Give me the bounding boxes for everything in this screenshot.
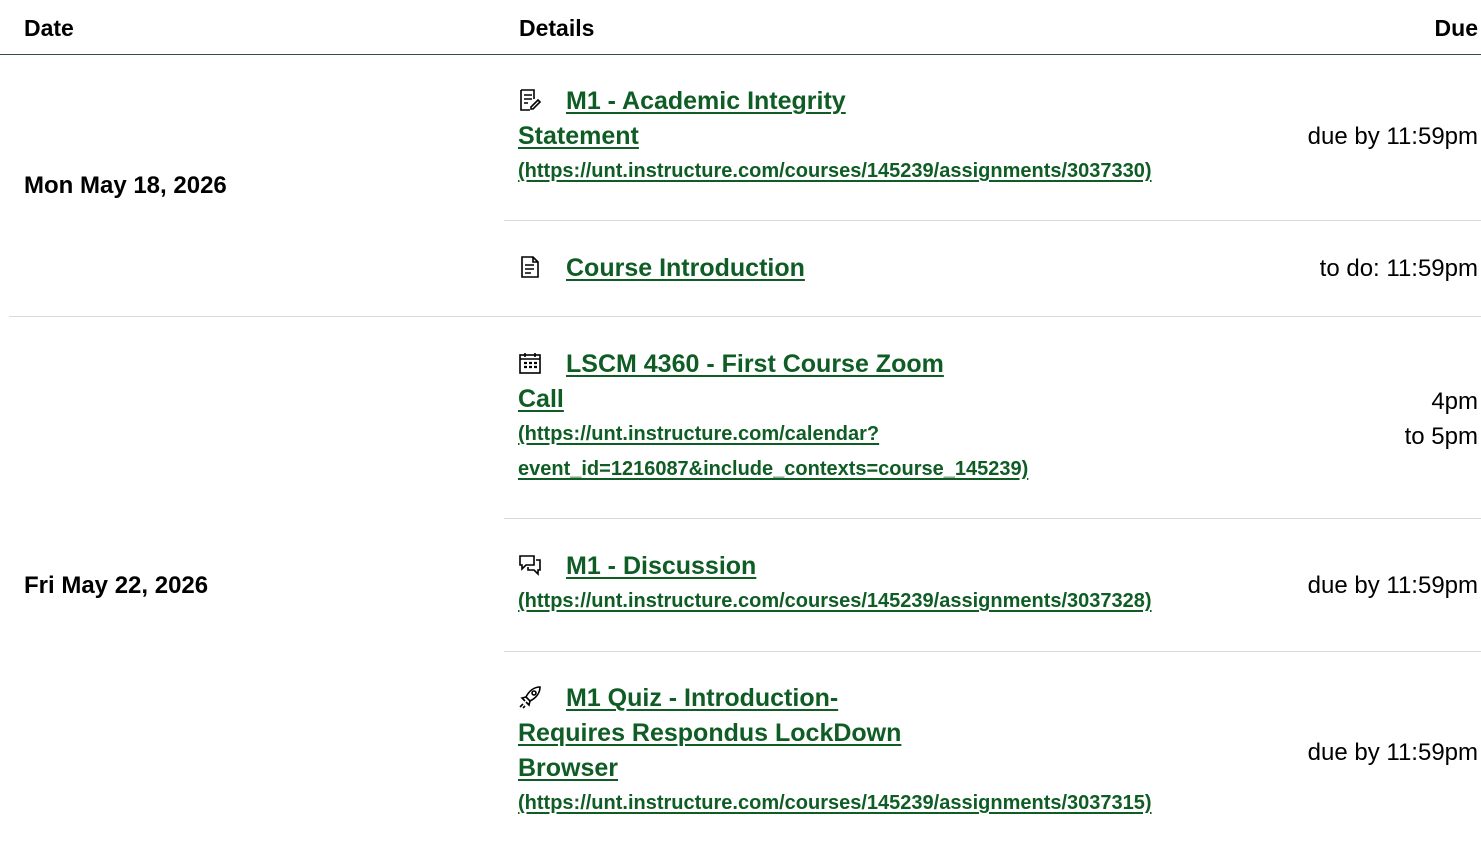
table-header: Date Details Due (0, 0, 1481, 55)
item-title-link[interactable]: M1 - Academic Integrity (566, 87, 846, 115)
discussion-icon (518, 552, 542, 576)
assignment-icon (518, 87, 542, 111)
item-title-link[interactable]: M1 - Discussion (566, 552, 756, 580)
list-item: M1 - Discussion (https://unt.instructure… (518, 549, 1152, 619)
header-date: Date (24, 15, 74, 41)
item-url-link-cont[interactable]: event_id=1216087&include_contexts=course… (518, 458, 1028, 480)
page-icon (518, 254, 542, 278)
row-divider (504, 651, 1481, 652)
list-item: Course Introduction (518, 251, 805, 286)
due-cell: due by 11:59pm (1307, 739, 1478, 766)
item-url-link[interactable]: (https://unt.instructure.com/courses/145… (518, 160, 1152, 182)
list-item: LSCM 4360 - First Course Zoom Call (http… (518, 347, 1028, 487)
item-title-link-cont[interactable]: Call (518, 385, 564, 413)
row-divider (504, 518, 1481, 519)
due-cell: due by 11:59pm (1307, 572, 1478, 599)
due-cell-end: to 5pm (1404, 423, 1478, 450)
item-title-link[interactable]: Course Introduction (566, 254, 805, 282)
list-item: M1 - Academic Integrity Statement (https… (518, 84, 1152, 189)
group-divider (9, 316, 1481, 317)
due-cell: to do: 11:59pm (1319, 255, 1478, 282)
header-due: Due (1434, 15, 1478, 41)
item-title-link-cont[interactable]: Browser (518, 754, 618, 782)
item-url-link[interactable]: (https://unt.instructure.com/courses/145… (518, 792, 1152, 814)
item-title-link-cont[interactable]: Statement (518, 122, 639, 150)
header-details: Details (519, 15, 595, 41)
date-cell-fri-may-22: Fri May 22, 2026 (24, 572, 209, 599)
item-title-link[interactable]: M1 Quiz - Introduction- (566, 684, 838, 712)
list-item: M1 Quiz - Introduction- Requires Respond… (518, 681, 1152, 821)
quiz-rocket-icon (518, 684, 542, 709)
date-cell-mon-may-18: Mon May 18, 2026 (24, 172, 227, 199)
due-cell-start: 4pm (1431, 388, 1478, 415)
row-divider (504, 220, 1481, 221)
due-cell: due by 11:59pm (1307, 123, 1478, 150)
item-url-link[interactable]: (https://unt.instructure.com/courses/145… (518, 590, 1152, 612)
item-title-link-cont[interactable]: Requires Respondus LockDown (518, 719, 901, 747)
item-title-link[interactable]: LSCM 4360 - First Course Zoom (566, 350, 944, 378)
item-url-link[interactable]: (https://unt.instructure.com/calendar? (518, 423, 879, 445)
calendar-icon (518, 350, 542, 374)
